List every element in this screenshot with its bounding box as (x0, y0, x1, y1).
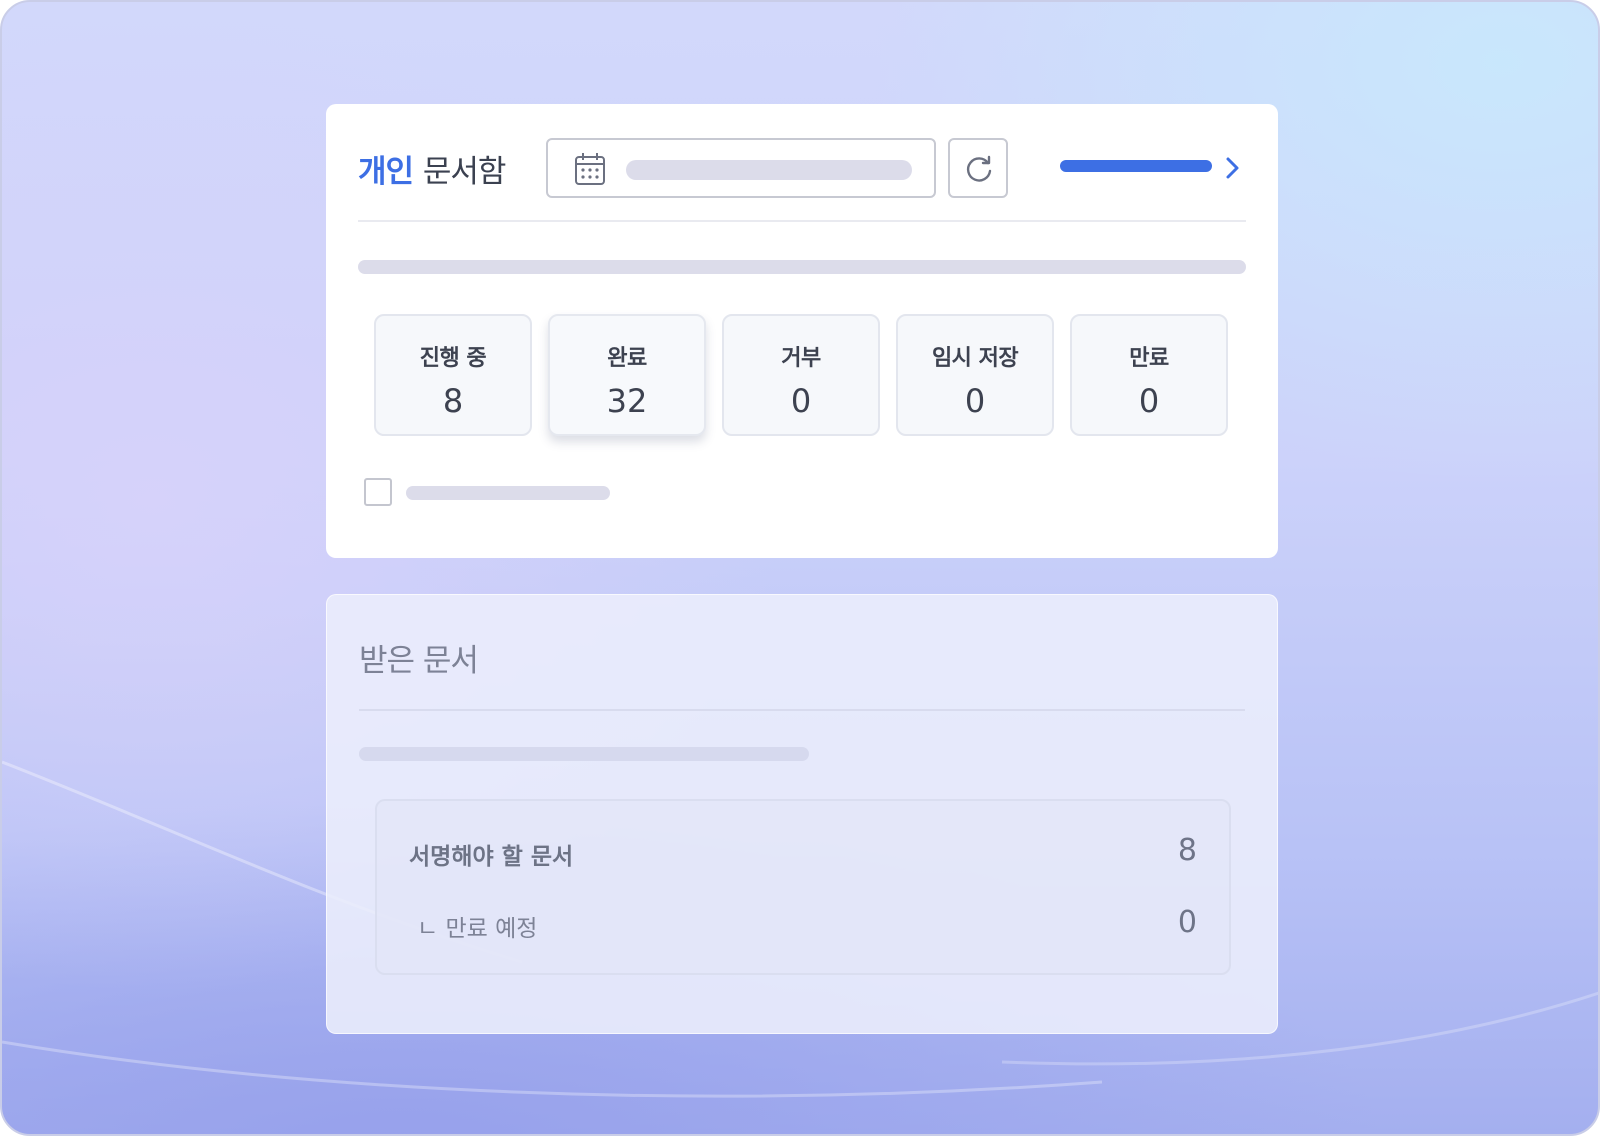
title-accent: 개인 (358, 154, 414, 190)
page-title: 개인 문서함 (358, 146, 507, 191)
card-header: 개인 문서함 (358, 136, 1246, 198)
expiring-soon-count: 0 (1177, 905, 1197, 940)
description-placeholder (358, 260, 1246, 274)
stat-value: 0 (790, 382, 812, 420)
stat-value: 8 (442, 382, 464, 420)
date-range-picker[interactable] (546, 138, 936, 198)
personal-docbox-card: 개인 문서함 진행 중 8 완료 32 거부 0 임시 저장 0 만료 0 (326, 104, 1278, 558)
refresh-button[interactable] (948, 138, 1008, 198)
section-title: 받은 문서 (359, 643, 479, 679)
stat-draft[interactable]: 임시 저장 0 (896, 314, 1054, 436)
section-divider (359, 709, 1245, 711)
calendar-icon (574, 152, 606, 190)
stat-completed[interactable]: 완료 32 (548, 314, 706, 436)
app-window: 개인 문서함 진행 중 8 완료 32 거부 0 임시 저장 0 만료 0 받은… (0, 0, 1600, 1136)
filter-checkbox[interactable] (364, 478, 392, 506)
refresh-icon (966, 155, 992, 182)
stat-label: 거부 (781, 346, 821, 371)
stat-value: 0 (1138, 382, 1160, 420)
to-sign-label: 서명해야 할 문서 (409, 844, 574, 870)
stat-in-progress[interactable]: 진행 중 8 (374, 314, 532, 436)
more-link-placeholder (1060, 160, 1212, 172)
to-sign-count: 8 (1177, 833, 1197, 868)
stat-expired[interactable]: 만료 0 (1070, 314, 1228, 436)
received-documents-card: 받은 문서 서명해야 할 문서 8 ㄴ 만료 예정 0 (326, 594, 1278, 1034)
stat-rejected[interactable]: 거부 0 (722, 314, 880, 436)
header-divider (358, 220, 1246, 222)
checkbox-label-placeholder (406, 486, 610, 500)
title-rest: 문서함 (422, 154, 507, 190)
chevron-right-icon (1226, 157, 1239, 179)
expiring-soon-row[interactable]: ㄴ 만료 예정 0 (409, 905, 1197, 945)
to-sign-row[interactable]: 서명해야 할 문서 8 (409, 833, 1197, 873)
stat-label: 완료 (607, 346, 647, 371)
to-sign-summary[interactable]: 서명해야 할 문서 8 ㄴ 만료 예정 0 (375, 799, 1231, 975)
stat-label: 진행 중 (419, 346, 487, 371)
more-link[interactable] (1060, 156, 1246, 180)
stat-value: 32 (606, 382, 648, 420)
stat-label: 임시 저장 (931, 346, 1019, 371)
section-description-placeholder (359, 747, 809, 761)
expiring-soon-label: ㄴ 만료 예정 (417, 916, 538, 942)
stat-value: 0 (964, 382, 986, 420)
stat-label: 만료 (1129, 346, 1169, 371)
date-range-placeholder (626, 160, 912, 180)
